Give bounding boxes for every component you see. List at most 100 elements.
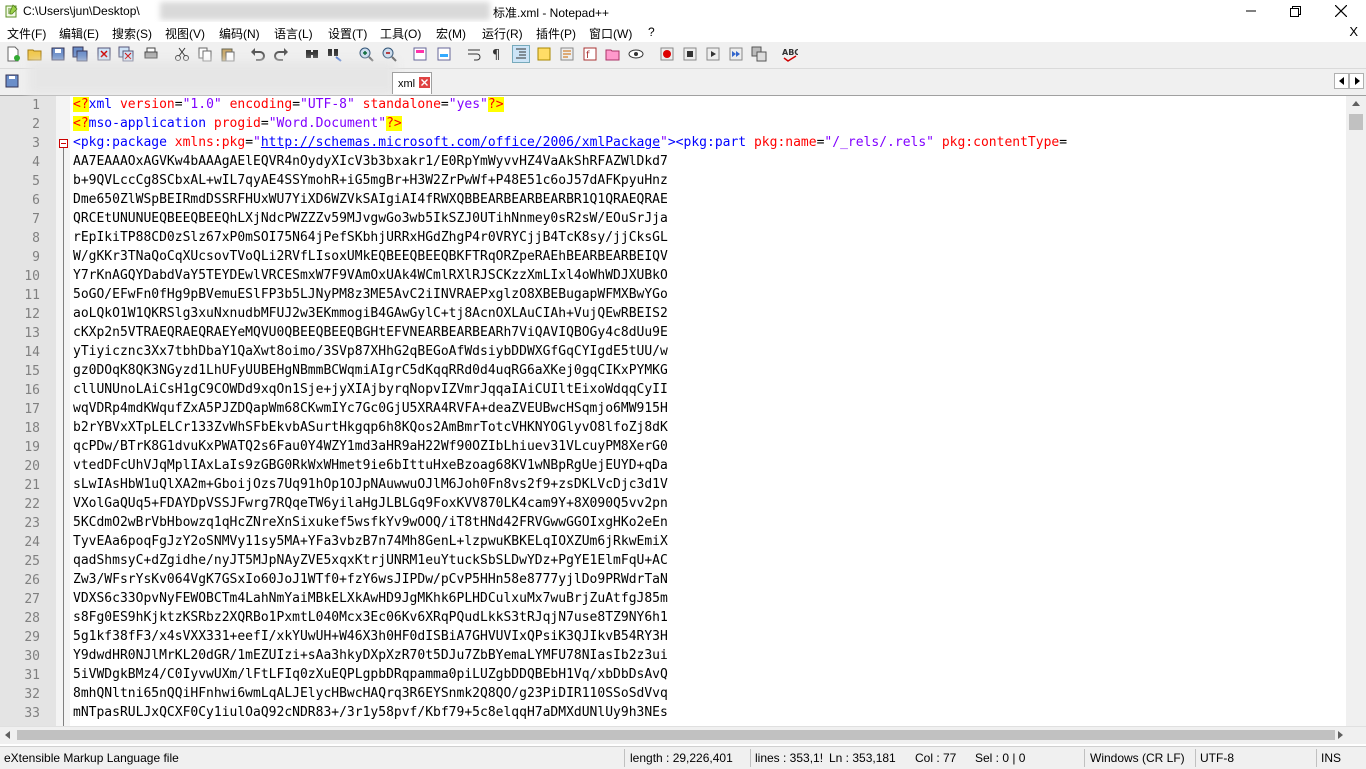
code-line[interactable]: 13 cKXp2n5VTRAEQRAEQRAEYeMQVU0QBEEQBEEQBG…	[0, 324, 1346, 343]
tab-scroll-left[interactable]	[1334, 73, 1349, 89]
menu-tools[interactable]: 工具(O)	[380, 25, 421, 42]
stop-macro-icon[interactable]	[682, 46, 698, 62]
open-file-icon[interactable]	[27, 46, 43, 62]
new-file-icon[interactable]	[5, 46, 21, 62]
show-all-chars-icon[interactable]: ¶	[489, 46, 505, 62]
scroll-left-icon[interactable]	[5, 731, 10, 739]
code-line[interactable]: 15 gz0DOqK8QK3NGyzd1LhUFyUUBEHgNBmmBCWqmi…	[0, 362, 1346, 381]
code-line[interactable]: 9 W/gKKr3TNaQoCqXUcsovTVoQLi2RVfLIsoxUMkE…	[0, 248, 1346, 267]
code-line[interactable]: 26 Zw3/WFsrYsKv064VgK7GSxIo60JoJ1WTf0+fzY…	[0, 571, 1346, 590]
tab-close-icon[interactable]	[419, 77, 430, 88]
save-icon[interactable]	[50, 46, 66, 62]
code-line[interactable]: 17 wqVDRp4mdKWqufZxA5PJZDQapWm68CKwmIYc7G…	[0, 400, 1346, 419]
code-line[interactable]: 20 vtedDFcUhVJqMplIAxLaIs9zGBG0RkWxWHmet9…	[0, 457, 1346, 476]
line-text: mNTpasRULJxQCXF0Cy1iulOaQ92cNDR83+/3r1y5…	[73, 705, 668, 720]
scroll-right-icon[interactable]	[1338, 731, 1343, 739]
code-line[interactable]: 32 8mhQNltni65nQQiHFnhwi6wmLqALJElycHBwcH…	[0, 685, 1346, 704]
code-line[interactable]: 3 <pkg:package xmlns:pkg="http://schemas.…	[0, 134, 1346, 153]
folder-workspace-icon[interactable]	[605, 46, 621, 62]
editor-area[interactable]: 1 <?xml version="1.0" encoding="UTF-8" st…	[0, 96, 1366, 726]
zoom-out-icon[interactable]	[381, 46, 397, 62]
menu-run[interactable]: 运行(R)	[482, 25, 523, 42]
scroll-up-icon[interactable]	[1352, 101, 1360, 106]
status-eol-format[interactable]: Windows (CR LF)	[1090, 751, 1185, 765]
code-line[interactable]: 27 VDXS6c33OpvNyFEWOBCTm4LahNmYaiMBkELXkA…	[0, 590, 1346, 609]
close-file-icon[interactable]	[96, 46, 112, 62]
code-line[interactable]: 14 yTiyicznc3Xx7tbhDbaY1QaXwt8oimo/3SVp87…	[0, 343, 1346, 362]
copy-icon[interactable]	[197, 46, 213, 62]
record-macro-icon[interactable]	[659, 46, 675, 62]
code-line[interactable]: 23 5KCdmO2wBrVbHbowzq1qHcZNreXnSixukef5ws…	[0, 514, 1346, 533]
code-line[interactable]: 33 mNTpasRULJxQCXF0Cy1iulOaQ92cNDR83+/3r1…	[0, 704, 1346, 723]
code-line[interactable]: 6 Dme650ZlWSpBEIRmdDSSRFHUxWU7YiXD6WZVkSA…	[0, 191, 1346, 210]
sync-vertical-icon[interactable]	[412, 46, 428, 62]
code-line[interactable]: 5 b+9QVLccCg8SCbxAL+wIL7qyAE4SSYmohR+iG5m…	[0, 172, 1346, 191]
menu-help[interactable]: ?	[648, 25, 655, 39]
menu-search[interactable]: 搜索(S)	[112, 25, 152, 42]
function-list-icon[interactable]: f	[582, 46, 598, 62]
code-line[interactable]: 28 s8Fg0ES9hKjktzKSRbz2XQRBo1PxmtL040Mcx3…	[0, 609, 1346, 628]
sync-horizontal-icon[interactable]	[436, 46, 452, 62]
code-line[interactable]: 2 <?mso-application progid="Word.Document…	[0, 115, 1346, 134]
code-line[interactable]: 22 VXolGaQUq5+FDAYDpVSSJFwrg7RQqeTW6yilaH…	[0, 495, 1346, 514]
close-all-icon[interactable]	[118, 46, 134, 62]
menu-encoding[interactable]: 编码(N)	[219, 25, 260, 42]
vertical-scrollbar[interactable]	[1346, 96, 1366, 726]
redo-icon[interactable]	[273, 46, 289, 62]
status-encoding[interactable]: UTF-8	[1200, 751, 1234, 765]
menu-window[interactable]: 窗口(W)	[589, 25, 632, 42]
tab-active-document[interactable]: xml	[392, 72, 432, 94]
code-line[interactable]: 11 5oGO/EFwFn0fHg9pBVemuESlFP3b5LJNyPM8z3…	[0, 286, 1346, 305]
code-line[interactable]: 30 Y9dwdHR0NJlMrKL20dGR/1mEZUIzi+sAa3hkyD…	[0, 647, 1346, 666]
replace-icon[interactable]	[327, 46, 343, 62]
zoom-in-icon[interactable]	[358, 46, 374, 62]
status-insert-mode[interactable]: INS	[1321, 751, 1341, 765]
save-macro-icon[interactable]	[751, 46, 767, 62]
code-line[interactable]: 1 <?xml version="1.0" encoding="UTF-8" st…	[0, 96, 1346, 115]
vertical-scroll-thumb[interactable]	[1349, 114, 1363, 130]
code-line[interactable]: 18 b2rYBVxXTpLELCr133ZvWhSFbEkvbASurtHkgq…	[0, 419, 1346, 438]
paste-icon[interactable]	[220, 46, 236, 62]
menu-view[interactable]: 视图(V)	[165, 25, 205, 42]
menu-edit[interactable]: 编辑(E)	[59, 25, 99, 42]
close-window-button[interactable]	[1318, 0, 1364, 22]
code-line[interactable]: 8 rEpIkiTP88CD0zSlz67xP0mSOI75N64jPefSKbh…	[0, 229, 1346, 248]
word-wrap-icon[interactable]	[466, 46, 482, 62]
find-icon[interactable]	[304, 46, 320, 62]
menu-file[interactable]: 文件(F)	[7, 25, 46, 42]
code-line[interactable]: 24 TyvEAa6poqFgJzY2oSNMVy11sy5MA+YFa3vbzB…	[0, 533, 1346, 552]
schema-url-link[interactable]: http://schemas.microsoft.com/office/2006…	[261, 135, 660, 150]
menu-plugins[interactable]: 插件(P)	[536, 25, 576, 42]
close-document-x[interactable]: X	[1349, 24, 1358, 39]
minimize-button[interactable]	[1228, 0, 1274, 22]
tab-scroll-right[interactable]	[1349, 73, 1364, 89]
cut-icon[interactable]	[174, 46, 190, 62]
code-line[interactable]: 21 sLwIAsHbW1uQlXA2m+GboijOzs7Uq91hOp1OJp…	[0, 476, 1346, 495]
code-line[interactable]: 19 qcPDw/BTrK8G1dvuKxPWATQ2s6Fau0Y4WZY1md…	[0, 438, 1346, 457]
menu-macro[interactable]: 宏(M)	[436, 25, 466, 42]
undo-icon[interactable]	[250, 46, 266, 62]
code-line[interactable]: 29 5g1kf38fF3/x4sVXX331+eefI/xkYUwUH+W46X…	[0, 628, 1346, 647]
code-line[interactable]: 7 QRCEtUNUNUEQBEEQBEEQhLXjNdcPWZZZv59MJvg…	[0, 210, 1346, 229]
fold-collapse-icon[interactable]	[59, 139, 68, 148]
save-all-icon[interactable]	[72, 46, 88, 62]
maximize-button[interactable]	[1272, 0, 1318, 22]
code-line[interactable]: 25 qadShmsyC+dZgidhe/nyJT5MJpNAyZVE5xqxKt…	[0, 552, 1346, 571]
run-macro-multiple-icon[interactable]	[728, 46, 744, 62]
code-line[interactable]: 16 cllUNUnoLAiCsH1gC9COWDd9xqOn1Sje+jyXIA…	[0, 381, 1346, 400]
horizontal-scroll-thumb[interactable]	[17, 730, 1335, 740]
horizontal-scrollbar[interactable]	[0, 726, 1366, 744]
menu-language[interactable]: 语言(L)	[274, 25, 313, 42]
indent-guide-icon[interactable]	[512, 45, 530, 63]
code-line[interactable]: 10 Y7rKnAGQYDabdVaY5TEYDEwlVRCESmxW7F9VAm…	[0, 267, 1346, 286]
print-icon[interactable]	[143, 46, 159, 62]
menu-settings[interactable]: 设置(T)	[328, 25, 367, 42]
spell-check-icon[interactable]: ABC	[782, 46, 798, 62]
monitoring-icon[interactable]	[628, 46, 644, 62]
document-map-icon[interactable]	[559, 46, 575, 62]
code-line[interactable]: 31 5iVWDgkBMz4/C0IyvwUXm/lFtLFIq0zXuEQPLg…	[0, 666, 1346, 685]
code-line[interactable]: 12 aoLQkO1W1QKRSlg3xuNxnudbMFUJ2w3EKmmogi…	[0, 305, 1346, 324]
code-line[interactable]: 4 AA7EAAAOxAGVKw4bAAAgAElEQVR4nOydyXIcV3b…	[0, 153, 1346, 172]
user-language-icon[interactable]	[536, 46, 552, 62]
play-macro-icon[interactable]	[705, 46, 721, 62]
